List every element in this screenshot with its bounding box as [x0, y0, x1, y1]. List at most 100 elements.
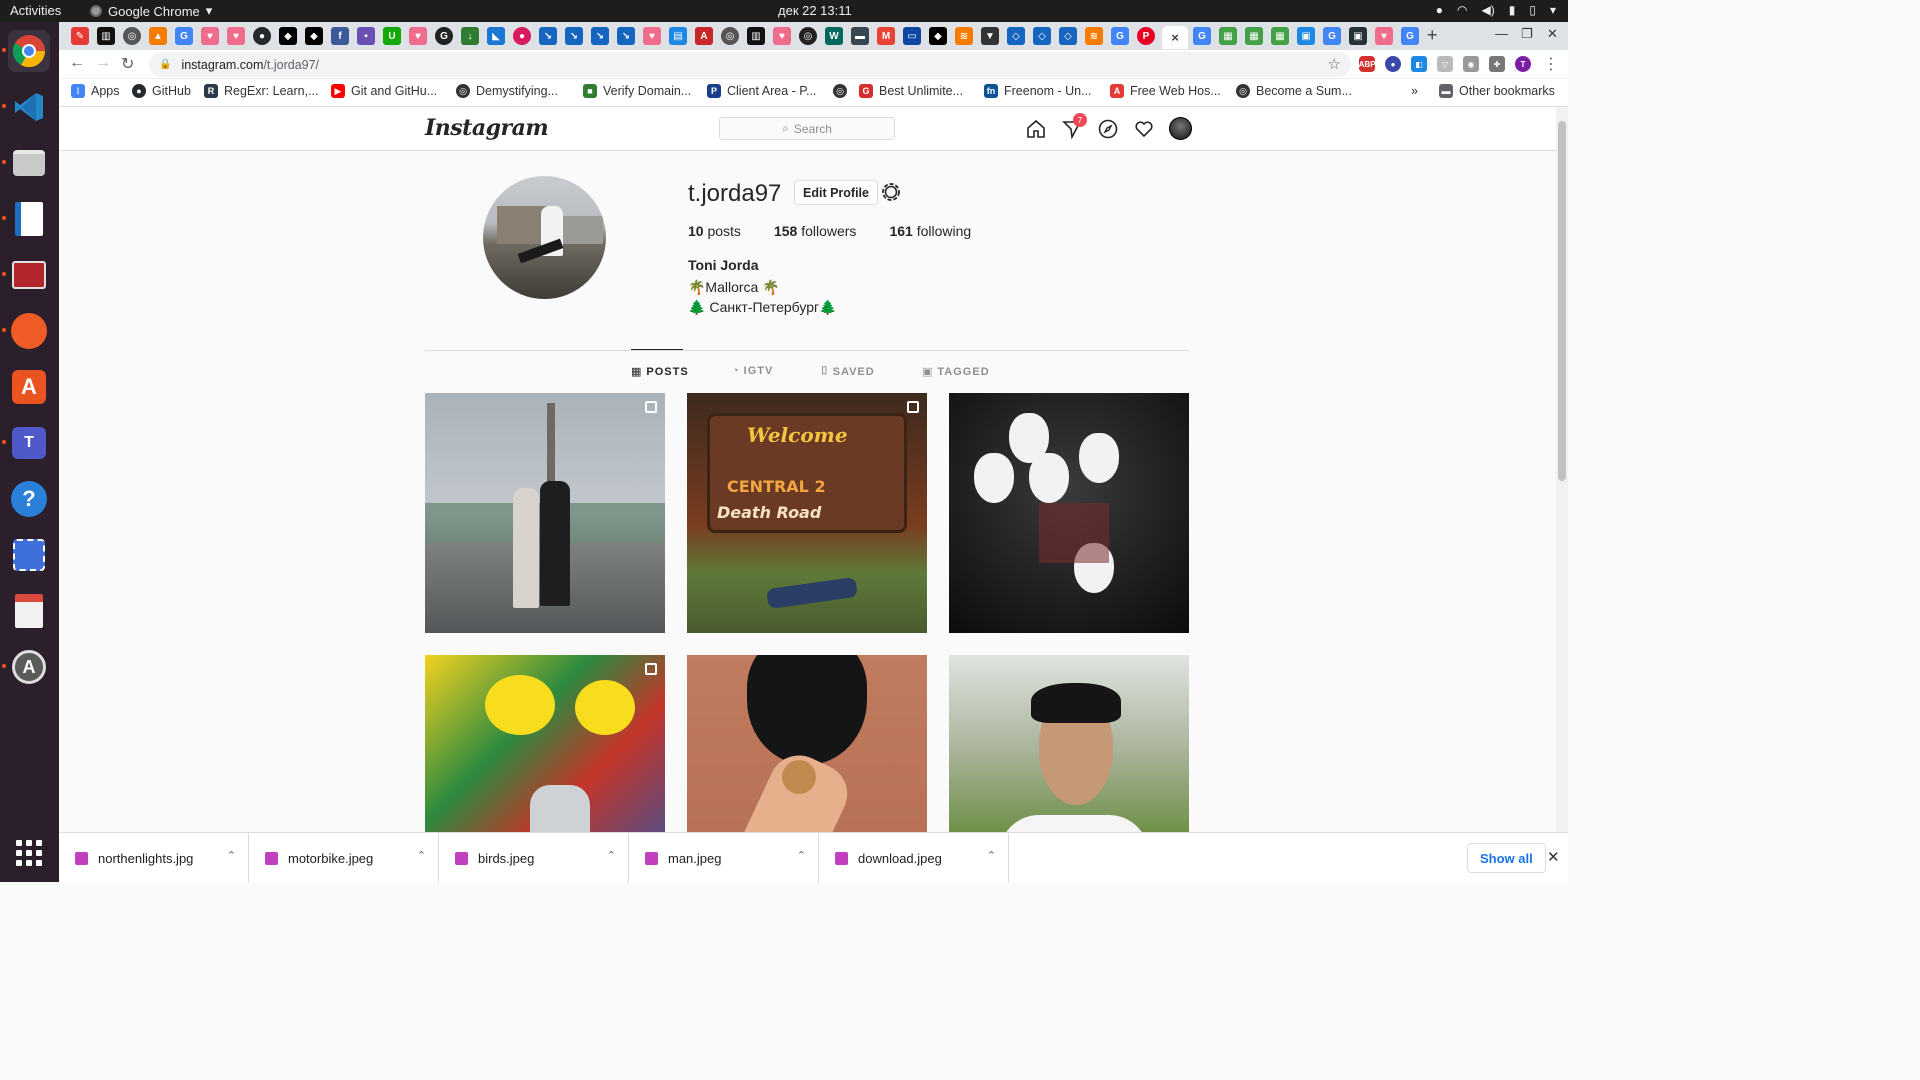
post-thumbnail[interactable]: [949, 393, 1189, 633]
tab-favicon[interactable]: ↘: [617, 27, 635, 45]
tab-favicon[interactable]: ▼: [981, 27, 999, 45]
download-item[interactable]: motorbike.jpeg ⌃: [249, 833, 439, 883]
bookmark-item[interactable]: ● GitHub: [132, 84, 191, 98]
close-downloads-bar-icon[interactable]: ✕: [1547, 848, 1560, 866]
tab-favicon[interactable]: U: [383, 27, 401, 45]
tab-favicon[interactable]: ▣: [1349, 27, 1367, 45]
tab-igtv[interactable]: ◔ IGTV: [732, 365, 773, 377]
tab-favicon[interactable]: ◎: [799, 27, 817, 45]
camera-icon[interactable]: ◉: [1463, 56, 1479, 72]
download-item[interactable]: man.jpeg ⌃: [629, 833, 819, 883]
tab-favicon[interactable]: P: [1137, 27, 1155, 45]
chevron-up-icon[interactable]: ⌃: [607, 849, 616, 862]
bookmark-item[interactable]: ■ Verify Domain...: [583, 84, 691, 98]
tab-favicon[interactable]: G: [1111, 27, 1129, 45]
tab-favicon[interactable]: M: [877, 27, 895, 45]
other-bookmarks-folder[interactable]: ▬ Other bookmarks: [1439, 84, 1555, 98]
postman-dock-icon[interactable]: [2, 310, 50, 352]
teams-dock-icon[interactable]: T: [2, 422, 50, 464]
post-thumbnail[interactable]: Welcome CENTRAL 2 Death Road: [687, 393, 927, 633]
bookmark-item[interactable]: ◎ Become a Sum...: [1236, 84, 1352, 98]
tab-favicon[interactable]: ▦: [1245, 27, 1263, 45]
tab-favicon[interactable]: ●: [513, 27, 531, 45]
settings-gear-icon[interactable]: [879, 180, 903, 204]
system-tray[interactable]: ● ◠ ◀) ▮ ▯ ▾: [1436, 3, 1556, 17]
instagram-logo[interactable]: Instagram: [425, 115, 549, 141]
chevron-up-icon[interactable]: ⌃: [797, 849, 806, 862]
vscode-dock-icon[interactable]: [2, 86, 50, 128]
post-thumbnail[interactable]: [687, 655, 927, 832]
adblock-extension-icon[interactable]: ABP: [1359, 56, 1375, 72]
tab-favicon[interactable]: ♥: [409, 27, 427, 45]
tab-favicon[interactable]: ◇: [1007, 27, 1025, 45]
show-applications-icon[interactable]: [16, 840, 42, 866]
tab-favicon[interactable]: ↘: [539, 27, 557, 45]
tab-favicon[interactable]: ♥: [643, 27, 661, 45]
bookmark-star-icon[interactable]: ☆: [1328, 55, 1341, 73]
extension-icon[interactable]: ◧: [1411, 56, 1427, 72]
download-item[interactable]: download.jpeg ⌃: [819, 833, 1009, 883]
scrollbar-thumb[interactable]: [1558, 121, 1566, 481]
tab-favicon[interactable]: ✎: [71, 27, 89, 45]
tab-favicon[interactable]: ◆: [929, 27, 947, 45]
active-tab-close-icon[interactable]: ×: [1162, 26, 1188, 49]
power-menu-icon[interactable]: ▾: [1550, 3, 1556, 17]
tab-favicon[interactable]: ◇: [1033, 27, 1051, 45]
help-dock-icon[interactable]: ?: [8, 478, 50, 520]
tab-favicon[interactable]: ♥: [773, 27, 791, 45]
tab-favicon[interactable]: ◆: [305, 27, 323, 45]
tab-favicon[interactable]: ◇: [1059, 27, 1077, 45]
tab-favicon[interactable]: ▲: [149, 27, 167, 45]
tab-saved[interactable]: ⌷ SAVED: [821, 365, 875, 378]
tab-favicon[interactable]: G: [435, 27, 453, 45]
tab-favicon[interactable]: A: [695, 27, 713, 45]
wifi-icon[interactable]: ◠: [1457, 3, 1467, 17]
close-window-button[interactable]: ✕: [1547, 26, 1558, 42]
tab-favicon[interactable]: ●: [253, 27, 271, 45]
post-thumbnail[interactable]: [425, 655, 665, 832]
address-bar[interactable]: 🔒 instagram.com/t.jorda97/ ☆: [149, 52, 1351, 77]
reload-icon[interactable]: ↻: [121, 54, 134, 74]
tab-favicon[interactable]: ◣: [487, 27, 505, 45]
tab-favicon[interactable]: ↘: [565, 27, 583, 45]
chevron-up-icon[interactable]: ⌃: [987, 849, 996, 862]
search-input[interactable]: ⌕ Search: [719, 117, 895, 140]
home-icon[interactable]: [1025, 118, 1047, 140]
chevron-up-icon[interactable]: ⌃: [417, 849, 426, 862]
tab-favicon[interactable]: ◎: [721, 27, 739, 45]
back-arrow-icon[interactable]: ←: [69, 54, 85, 72]
bookmark-item[interactable]: ◎ Demystifying...: [456, 84, 558, 98]
tab-favicon[interactable]: ♥: [227, 27, 245, 45]
extension-icon[interactable]: ●: [1385, 56, 1401, 72]
explore-compass-icon[interactable]: [1097, 118, 1119, 140]
forward-arrow-icon[interactable]: →: [95, 54, 111, 72]
tab-posts[interactable]: ▦ POSTS: [631, 365, 689, 379]
tab-favicon[interactable]: ▥: [97, 27, 115, 45]
tab-favicon[interactable]: ◎: [123, 27, 141, 45]
software-center-dock-icon[interactable]: A: [8, 366, 50, 408]
followers-link[interactable]: 158 followers: [774, 223, 857, 239]
battery-icon[interactable]: ▯: [1529, 3, 1536, 17]
chrome-dock-icon[interactable]: [2, 30, 50, 72]
profile-avatar-button[interactable]: [1169, 117, 1192, 140]
bookmark-item[interactable]: P Client Area - P...: [707, 84, 816, 98]
tab-favicon[interactable]: ▥: [747, 27, 765, 45]
volume-icon[interactable]: ◀): [1482, 3, 1495, 17]
tab-favicon[interactable]: ♥: [201, 27, 219, 45]
tab-favicon[interactable]: ▣: [1297, 27, 1315, 45]
tab-favicon[interactable]: ▦: [1271, 27, 1289, 45]
tab-favicon[interactable]: ▭: [903, 27, 921, 45]
files-dock-icon[interactable]: [2, 142, 50, 184]
tab-favicon[interactable]: G: [1193, 27, 1211, 45]
writer-dock-icon[interactable]: [2, 198, 50, 240]
tab-favicon[interactable]: ▤: [669, 27, 687, 45]
bookmark-item[interactable]: fn Freenom - Un...: [984, 84, 1092, 98]
activities-button[interactable]: Activities: [10, 3, 61, 18]
activity-heart-icon[interactable]: [1133, 118, 1155, 140]
tab-favicon[interactable]: f: [331, 27, 349, 45]
teams-tray-icon[interactable]: ●: [1436, 3, 1443, 17]
tab-tagged[interactable]: ▣ TAGGED: [922, 365, 990, 379]
tab-favicon[interactable]: ≋: [955, 27, 973, 45]
show-all-downloads-button[interactable]: Show all: [1467, 843, 1546, 873]
extensions-puzzle-icon[interactable]: ✚: [1489, 56, 1505, 72]
